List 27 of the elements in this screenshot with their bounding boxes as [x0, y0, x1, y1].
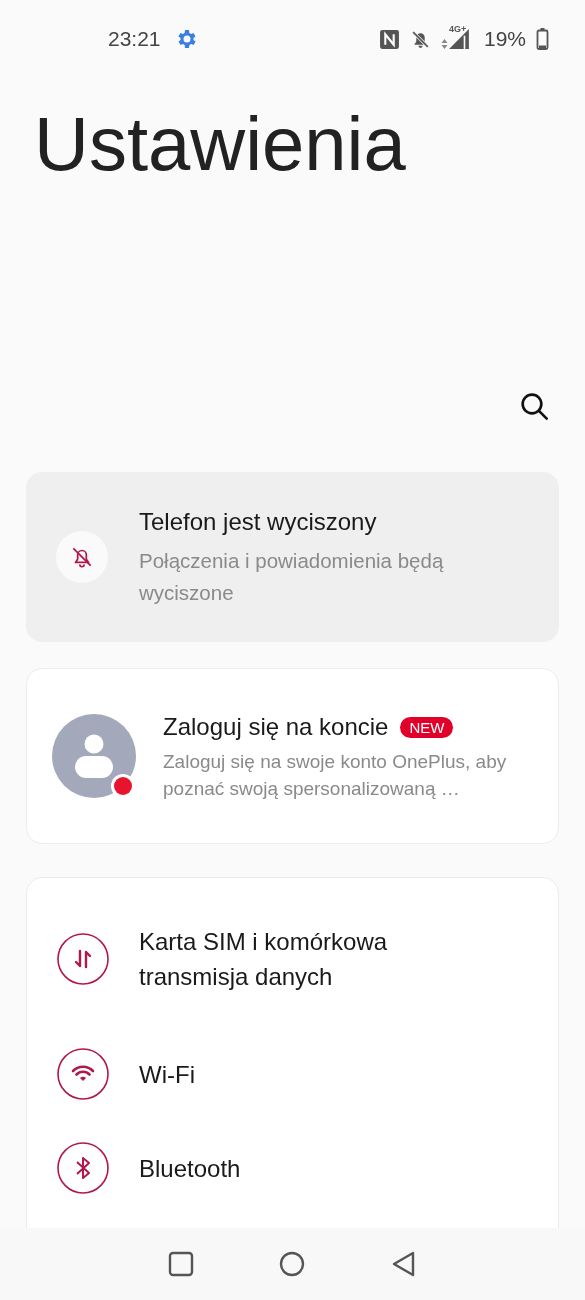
- search-icon[interactable]: [518, 390, 550, 422]
- signal-icon: [447, 28, 470, 50]
- page-title: Ustawienia: [34, 106, 407, 182]
- wifi-icon: [57, 1048, 109, 1100]
- clock: 23:21: [108, 27, 161, 51]
- avatar-icon: [52, 714, 136, 798]
- nfc-icon: [378, 28, 400, 50]
- card-subtitle: Połączenia i powiadomienia będą wyciszone: [139, 548, 445, 606]
- muted-bell-icon: [56, 531, 108, 583]
- bluetooth-icon: [57, 1142, 109, 1194]
- battery-percent: 19%: [483, 27, 526, 51]
- card-title: Telefon jest wyciszony: [139, 507, 378, 537]
- settings-item[interactable]: Karta SIM i komórkowa transmisja danych: [27, 924, 558, 994]
- silent-mode-card[interactable]: Telefon jest wyciszony Połączenia i powiadomienia będą wyciszone: [26, 472, 559, 642]
- muted-bell-icon: [409, 28, 431, 50]
- network-type: 4G+: [448, 24, 467, 34]
- battery-icon: [536, 28, 549, 50]
- card-title: Zaloguj się na koncie: [163, 712, 389, 742]
- settings-item[interactable]: Wi-Fi: [27, 1044, 558, 1104]
- recents-button[interactable]: [167, 1251, 194, 1277]
- data-arrows-icon: [440, 38, 448, 50]
- settings-item[interactable]: Bluetooth: [27, 1138, 558, 1198]
- home-button[interactable]: [279, 1251, 306, 1277]
- card-subtitle: Zaloguj się na swoje konto OnePlus, aby poznać swoją spersonalizowaną …: [163, 750, 508, 801]
- new-badge: NEW: [400, 716, 454, 738]
- data-transfer-icon: [57, 933, 109, 985]
- account-card[interactable]: Zaloguj się na koncie NEW Zaloguj się na swoje konto OnePlus, aby poznać swoją spersonalizowaną …: [26, 668, 559, 844]
